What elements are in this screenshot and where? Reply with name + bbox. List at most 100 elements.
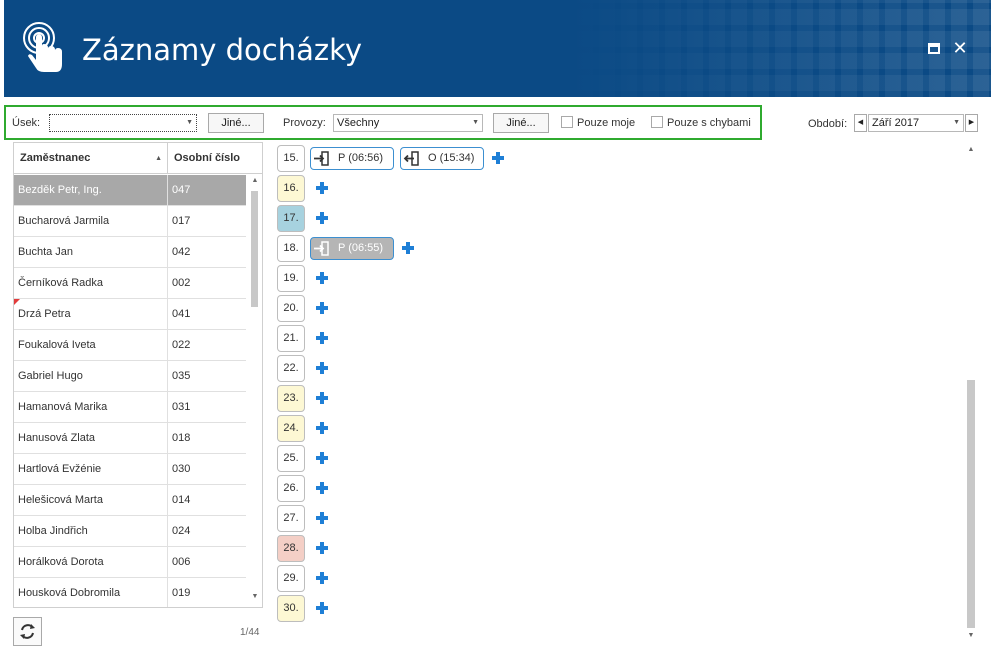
pager: 1/44 [240, 627, 260, 638]
table-row[interactable]: Bucharová Jarmila 017 [14, 206, 246, 237]
add-record-icon[interactable] [316, 272, 328, 284]
record-label: P (06:56) [338, 152, 384, 164]
refresh-button[interactable] [13, 617, 42, 646]
pouze-chyby-label: Pouze s chybami [667, 117, 751, 129]
usek-label: Úsek: [12, 117, 41, 129]
window-title: Záznamy docházky [82, 33, 363, 67]
provozy-other-button[interactable]: Jiné... [493, 113, 549, 133]
add-record-icon[interactable] [316, 512, 328, 524]
maximize-icon[interactable] [926, 40, 942, 56]
employee-name-cell: Hamanová Marika [14, 392, 168, 422]
employee-name-cell: Horálková Dorota [14, 547, 168, 577]
calendar-day: 19. [277, 265, 305, 292]
employee-name-cell: Hanusová Zlata [14, 423, 168, 453]
arrival-record[interactable]: P (06:56) [310, 147, 394, 170]
usek-select[interactable]: ▼ [49, 114, 197, 132]
employee-number-cell: 018 [172, 432, 191, 444]
add-record-icon[interactable] [316, 602, 328, 614]
calendar-day: 24. [277, 415, 305, 442]
calendar-day: 22. [277, 355, 305, 382]
chevron-down-icon: ▼ [186, 119, 193, 126]
table-row[interactable]: Horálková Dorota 006 [14, 547, 246, 578]
employee-number-cell: 017 [172, 215, 191, 227]
calendar-day: 27. [277, 505, 305, 532]
table-row[interactable]: Housková Dobromila 019 [14, 578, 246, 607]
employee-number-cell: 006 [172, 556, 191, 568]
refresh-icon [20, 624, 35, 639]
add-record-icon[interactable] [316, 212, 328, 224]
scroll-down-icon[interactable]: ▼ [966, 632, 976, 639]
add-record-icon[interactable] [316, 362, 328, 374]
table-row[interactable]: Bezděk Petr, Ing. 047 [14, 175, 246, 206]
close-icon[interactable]: ✕ [952, 39, 968, 57]
add-record-icon[interactable] [316, 572, 328, 584]
add-record-icon[interactable] [316, 422, 328, 434]
table-scrollbar[interactable]: ▲ ▼ [248, 175, 262, 607]
employee-number-cell: 019 [172, 587, 191, 599]
table-row[interactable]: Drzá Petra 041 [14, 299, 246, 330]
departure-icon [403, 151, 419, 166]
arrival-record[interactable]: P (06:55) [310, 237, 394, 260]
column-header-employee[interactable]: Zaměstnanec ▲ [14, 143, 168, 174]
add-record-icon[interactable] [316, 542, 328, 554]
table-row[interactable]: Černíková Radka 002 [14, 268, 246, 299]
period-prev-button[interactable]: ◀ [854, 114, 867, 132]
table-row[interactable]: Buchta Jan 042 [14, 237, 246, 268]
add-record-icon[interactable] [316, 332, 328, 344]
add-record-icon[interactable] [492, 152, 504, 164]
arrival-icon [314, 151, 329, 166]
add-record-icon[interactable] [316, 182, 328, 194]
table-header: Zaměstnanec ▲ Osobní číslo [14, 143, 262, 174]
employee-number-cell: 024 [172, 525, 191, 537]
table-row[interactable]: Hamanová Marika 031 [14, 392, 246, 423]
calendar-day: 30. [277, 595, 305, 622]
departure-record[interactable]: O (15:34) [400, 147, 484, 170]
table-row[interactable]: Gabriel Hugo 035 [14, 361, 246, 392]
scroll-thumb[interactable] [967, 380, 975, 628]
employee-name-cell: Foukalová Iveta [14, 330, 168, 360]
table-row[interactable]: Holba Jindřich 024 [14, 516, 246, 547]
scroll-thumb[interactable] [251, 191, 258, 307]
pouze-moje-checkbox[interactable] [561, 116, 573, 128]
calendar-day: 26. [277, 475, 305, 502]
table-row[interactable]: Foukalová Iveta 022 [14, 330, 246, 361]
table-row[interactable]: Helešicová Marta 014 [14, 485, 246, 516]
employee-number-cell: 047 [172, 184, 191, 196]
scroll-up-icon[interactable]: ▲ [966, 146, 976, 153]
provozy-select[interactable]: Všechny ▼ [333, 114, 483, 132]
period-next-button[interactable]: ▶ [965, 114, 978, 132]
add-record-icon[interactable] [316, 482, 328, 494]
employee-number-cell: 041 [172, 308, 191, 320]
employee-number-cell: 031 [172, 401, 191, 413]
title-bar: Záznamy docházky ✕ [4, 0, 991, 97]
scroll-down-icon[interactable]: ▼ [250, 593, 260, 600]
add-record-icon[interactable] [316, 452, 328, 464]
calendar-day: 25. [277, 445, 305, 472]
table-row[interactable]: Hanusová Zlata 018 [14, 423, 246, 454]
add-record-icon[interactable] [316, 392, 328, 404]
pouze-chyby-checkbox[interactable] [651, 116, 663, 128]
provozy-label: Provozy: [283, 117, 326, 129]
period-value: Září 2017 [872, 117, 920, 129]
employee-name-cell: Hartlová Evžénie [14, 454, 168, 484]
scroll-up-icon[interactable]: ▲ [250, 177, 260, 184]
employee-number-cell: 030 [172, 463, 191, 475]
add-record-icon[interactable] [402, 242, 414, 254]
employee-number-cell: 035 [172, 370, 191, 382]
column-header-number[interactable]: Osobní číslo [168, 143, 262, 174]
employee-number-cell: 022 [172, 339, 191, 351]
error-flag-icon [14, 299, 20, 305]
chevron-down-icon: ▼ [472, 119, 479, 126]
employee-name-cell: Housková Dobromila [14, 578, 168, 607]
record-label: O (15:34) [428, 152, 475, 164]
usek-other-button[interactable]: Jiné... [208, 113, 264, 133]
pouze-moje-label: Pouze moje [577, 117, 636, 129]
add-record-icon[interactable] [316, 302, 328, 314]
employee-name-cell: Bezděk Petr, Ing. [14, 175, 168, 205]
employee-name-cell: Gabriel Hugo [14, 361, 168, 391]
calendar-day: 18. [277, 235, 305, 262]
period-select[interactable]: Září 2017 ▼ [868, 114, 964, 132]
employee-number-cell: 002 [172, 277, 191, 289]
table-row[interactable]: Hartlová Evžénie 030 [14, 454, 246, 485]
calendar-scrollbar[interactable]: ▲ ▼ [964, 142, 978, 646]
